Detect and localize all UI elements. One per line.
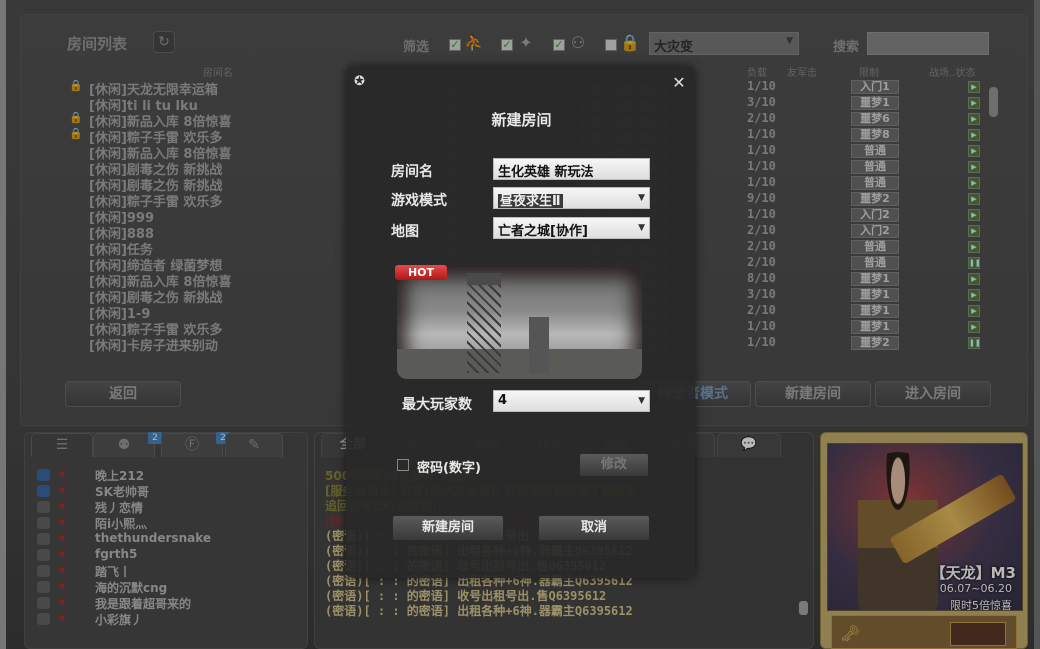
game-window: 房间列表 ↻ 筛选 ✓ ⛹ ✓ ✦ ✓ ⚇ 🔒 大灾变 ▼ 搜索 房间名 负载 … — [0, 0, 1040, 649]
dialog-cancel-button[interactable]: 取消 — [538, 515, 650, 541]
map-value: 亡者之城[协作] — [498, 224, 588, 239]
chevron-down-icon: ▼ — [638, 396, 645, 406]
game-logo-icon: ✪ — [354, 74, 365, 89]
max-players-value: 4 — [498, 393, 508, 408]
chevron-down-icon: ▼ — [638, 223, 645, 233]
dialog-title: 新建房间 — [491, 111, 552, 129]
close-icon[interactable]: ✕ — [672, 75, 686, 91]
modify-button[interactable]: 修改 — [579, 453, 649, 477]
dialog-create-button[interactable]: 新建房间 — [392, 515, 504, 541]
game-mode-label: 游戏模式 — [391, 193, 447, 209]
game-mode-select[interactable]: 昼夜求生Ⅱ ▼ — [493, 187, 650, 209]
room-name-label: 房间名 — [391, 164, 433, 180]
map-select[interactable]: 亡者之城[协作] ▼ — [493, 217, 650, 239]
map-label: 地图 — [391, 224, 419, 240]
room-name-value: 生化英雄 新玩法 — [498, 165, 594, 180]
chevron-down-icon: ▼ — [638, 193, 645, 203]
max-players-label: 最大玩家数 — [402, 397, 472, 413]
create-room-dialog: ✪ ✕ 新建房间 房间名 生化英雄 新玩法 游戏模式 昼夜求生Ⅱ ▼ 地图 亡者之… — [346, 66, 695, 578]
max-players-select[interactable]: 4 ▼ — [493, 390, 650, 412]
room-name-input[interactable]: 生化英雄 新玩法 — [493, 158, 650, 180]
hot-badge: HOT — [395, 265, 447, 280]
map-preview-image — [397, 267, 642, 379]
map-tower — [467, 273, 501, 373]
map-ground — [397, 349, 642, 379]
map-building — [529, 317, 549, 373]
password-label: 密码(数字) — [417, 461, 481, 476]
password-checkbox[interactable] — [397, 459, 409, 471]
game-mode-value: 昼夜求生Ⅱ — [498, 194, 563, 209]
